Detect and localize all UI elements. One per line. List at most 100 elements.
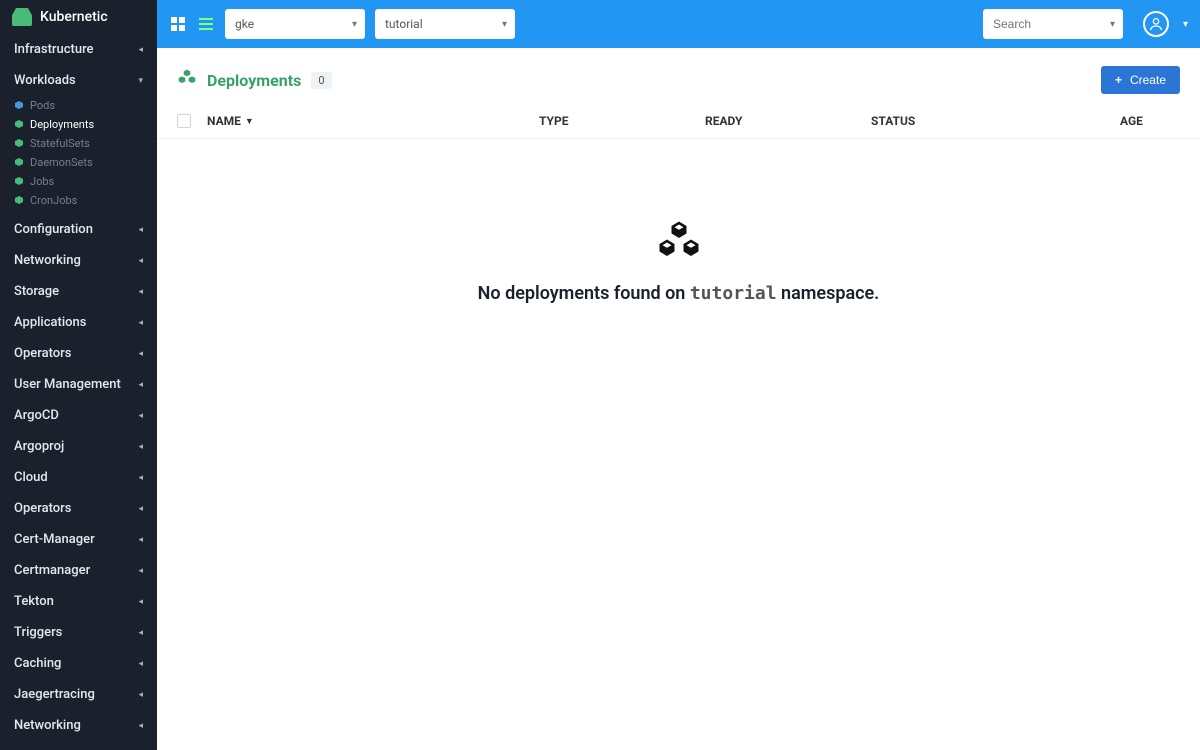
empty-suffix: namespace. <box>777 283 880 304</box>
user-avatar-icon[interactable] <box>1143 11 1169 37</box>
nav-group-user-management[interactable]: User Management◂ <box>0 369 157 400</box>
nav-group-label: Operators <box>14 501 71 516</box>
create-button[interactable]: + Create <box>1101 66 1180 94</box>
cluster-select[interactable]: gke <box>225 9 365 39</box>
brand-logo-icon <box>12 8 32 26</box>
nav-group-cert-manager[interactable]: Cert-Manager ◂ <box>0 524 157 555</box>
empty-namespace: tutorial <box>690 283 777 304</box>
col-age[interactable]: AGE <box>1120 114 1180 128</box>
sort-caret-icon: ▼ <box>245 116 254 127</box>
brand: Kubernetic <box>0 0 157 34</box>
chevron-icon: ◂ <box>138 566 143 576</box>
nav-group-label: Infrastructure <box>14 42 94 57</box>
nav-item-jobs[interactable]: Jobs <box>0 172 157 191</box>
jobs-icon <box>14 177 24 187</box>
nav-group-applications[interactable]: Applications◂ <box>0 307 157 338</box>
nav-group-argoproj[interactable]: Argoproj◂ <box>0 431 157 462</box>
chevron-icon: ◂ <box>138 411 143 421</box>
nav-item-label: Deployments <box>30 118 94 131</box>
nav-group-configuration[interactable]: Configuration◂ <box>0 214 157 245</box>
chevron-icon: ◂ <box>138 628 143 638</box>
chevron-icon: ◂ <box>138 535 143 545</box>
col-ready[interactable]: READY <box>705 114 871 128</box>
nav-group-storage[interactable]: Storage◂ <box>0 276 157 307</box>
nav-group-certmanager[interactable]: Certmanager ◂ <box>0 555 157 586</box>
col-type[interactable]: TYPE <box>539 114 705 128</box>
nav-item-pods[interactable]: Pods <box>0 96 157 115</box>
nav-group-label: Networking <box>14 718 81 733</box>
nav-item-daemonsets[interactable]: DaemonSets <box>0 153 157 172</box>
search-select[interactable] <box>983 9 1123 39</box>
table-header: NAME ▼ TYPE READY STATUS AGE <box>157 104 1200 139</box>
page-title: Deployments <box>207 71 301 90</box>
nav-group-label: ArgoCD <box>14 408 59 423</box>
chevron-icon: ◂ <box>138 504 143 514</box>
col-status[interactable]: STATUS <box>871 114 1120 128</box>
list-icon[interactable] <box>197 15 215 33</box>
plus-icon: + <box>1115 73 1122 87</box>
cronjobs-icon <box>14 196 24 206</box>
chevron-icon: ◂ <box>138 256 143 266</box>
nav-item-statefulsets[interactable]: StatefulSets <box>0 134 157 153</box>
nav-group-networking[interactable]: Networking ◂ <box>0 710 157 741</box>
boxes-icon <box>655 219 703 267</box>
search-input[interactable] <box>993 17 1093 31</box>
nav-group-jaegertracing[interactable]: Jaegertracing ◂ <box>0 679 157 710</box>
chevron-icon: ▾ <box>138 76 143 86</box>
grid-icon[interactable] <box>169 15 187 33</box>
chevron-icon: ◂ <box>138 597 143 607</box>
nav-group-infrastructure[interactable]: Infrastructure ◂ <box>0 34 157 65</box>
count-badge: 0 <box>311 72 331 89</box>
nav-group-tekton[interactable]: Tekton ◂ <box>0 586 157 617</box>
chevron-icon: ◂ <box>138 659 143 669</box>
sidebar: Kubernetic Infrastructure ◂ Workloads ▾ Pods… <box>0 0 157 750</box>
namespace-select-value: tutorial <box>385 17 423 31</box>
search-wrapper <box>983 9 1123 39</box>
nav-item-label: DaemonSets <box>30 156 93 169</box>
user-menu-caret-icon[interactable]: ▾ <box>1183 19 1188 30</box>
col-name[interactable]: NAME ▼ <box>207 114 539 128</box>
chevron-icon: ◂ <box>138 225 143 235</box>
nav-item-label: Pods <box>30 99 55 112</box>
nav-group-label: Storage <box>14 284 59 299</box>
nav-group-cloud[interactable]: Cloud ◂ <box>0 462 157 493</box>
brand-name: Kubernetic <box>40 9 108 25</box>
cluster-select-value: gke <box>235 17 254 31</box>
nav-group-label: Jaegertracing <box>14 687 95 702</box>
empty-prefix: No deployments found on <box>478 283 690 304</box>
nav-item-cronjobs[interactable]: CronJobs <box>0 191 157 210</box>
nav-item-label: StatefulSets <box>30 137 90 150</box>
deployments-icon <box>177 68 197 92</box>
nav-group-label: Operators <box>14 346 71 361</box>
namespace-select[interactable]: tutorial <box>375 9 515 39</box>
nav-group-workloads[interactable]: Workloads ▾ <box>0 65 157 96</box>
nav-group-operators[interactable]: Operators ◂ <box>0 493 157 524</box>
nav-group-label: Cloud <box>14 470 48 485</box>
nav-group-argocd[interactable]: ArgoCD ◂ <box>0 400 157 431</box>
select-all-checkbox[interactable] <box>177 114 191 128</box>
nav-group-label: Networking <box>14 253 81 268</box>
chevron-icon: ◂ <box>138 45 143 55</box>
nav-group-networking[interactable]: Networking ◂ <box>0 245 157 276</box>
nav-group-caching[interactable]: Caching◂ <box>0 648 157 679</box>
col-name-label: NAME <box>207 114 241 128</box>
main: gke tutorial ▾ Deployments 0 <box>157 0 1200 750</box>
sidebar-nav: Infrastructure ◂ Workloads ▾ Pods Deployments… <box>0 34 157 750</box>
chevron-icon: ◂ <box>138 442 143 452</box>
chevron-icon: ◂ <box>138 721 143 731</box>
nav-group-label: Certmanager <box>14 563 90 578</box>
nav-group-operators[interactable]: Operators◂ <box>0 338 157 369</box>
nav-item-label: Jobs <box>30 175 54 188</box>
nav-group-triggers[interactable]: Triggers ◂ <box>0 617 157 648</box>
chevron-icon: ◂ <box>138 473 143 483</box>
nav-group-label: Tekton <box>14 594 54 609</box>
deployments-icon <box>14 120 24 130</box>
empty-message: No deployments found on tutorial namespa… <box>478 283 880 304</box>
nav-group-label: Cert-Manager <box>14 532 95 547</box>
daemonsets-icon <box>14 158 24 168</box>
nav-group-label: Triggers <box>14 625 62 640</box>
nav-group-label: Workloads <box>14 73 76 88</box>
chevron-icon: ◂ <box>138 690 143 700</box>
nav-item-deployments[interactable]: Deployments <box>0 115 157 134</box>
chevron-icon: ◂ <box>138 318 143 328</box>
